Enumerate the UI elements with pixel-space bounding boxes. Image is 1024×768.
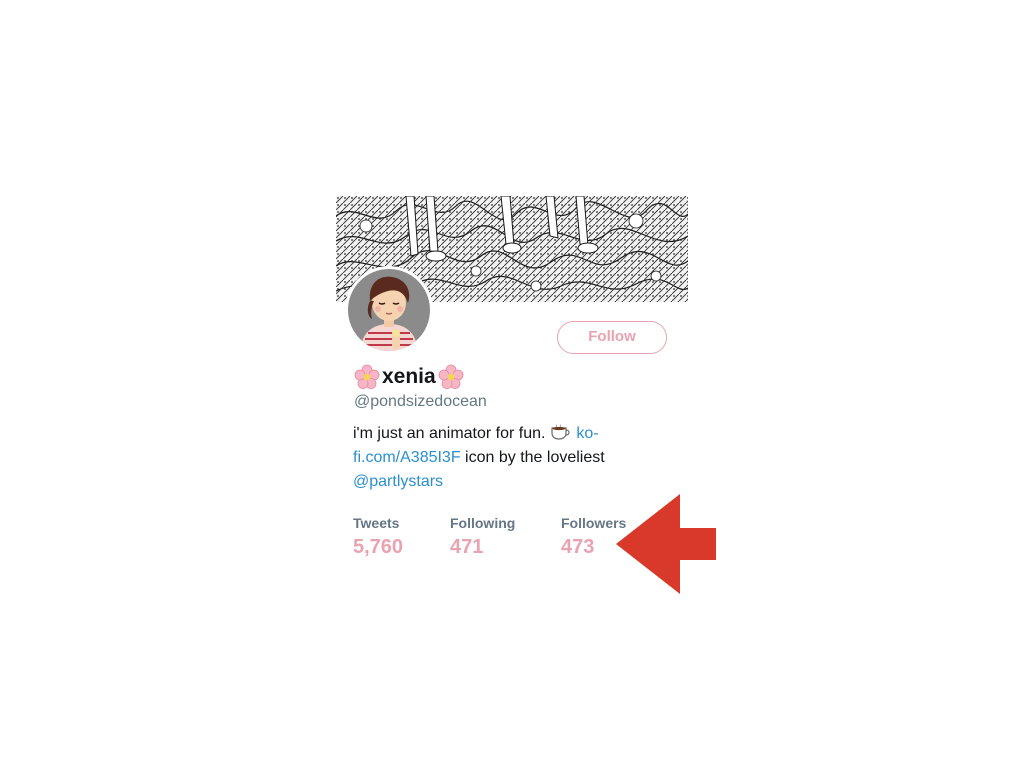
display-name: xenia bbox=[354, 364, 464, 390]
stat-following[interactable]: Following 471 bbox=[450, 514, 515, 560]
stat-value: 5,760 bbox=[353, 536, 404, 558]
profile-bio: i'm just an animator for fun. ko-fi.com/… bbox=[353, 422, 653, 494]
display-name-text: xenia bbox=[382, 365, 436, 388]
cherry-blossom-icon bbox=[438, 364, 464, 390]
cherry-blossom-icon bbox=[354, 364, 380, 390]
stat-tweets[interactable]: Tweets 5,760 bbox=[353, 514, 403, 560]
avatar-image bbox=[348, 269, 430, 351]
hot-beverage-icon bbox=[550, 424, 572, 440]
stat-value: 471 bbox=[450, 536, 484, 558]
stat-label: Tweets bbox=[353, 515, 400, 531]
mention-link[interactable]: @partlystars bbox=[353, 473, 443, 490]
follow-button[interactable]: Follow bbox=[557, 321, 667, 354]
bio-text: i'm just an animator for fun. bbox=[353, 425, 550, 442]
avatar[interactable] bbox=[345, 266, 433, 354]
bio-text-2: icon by the loveliest bbox=[460, 449, 605, 466]
profile-handle: @pondsizedocean bbox=[354, 393, 487, 410]
stat-label: Following bbox=[450, 515, 516, 531]
page: Follow xenia @pondsizedocean i'm just an… bbox=[0, 0, 1024, 768]
red-arrow-icon bbox=[616, 494, 718, 594]
